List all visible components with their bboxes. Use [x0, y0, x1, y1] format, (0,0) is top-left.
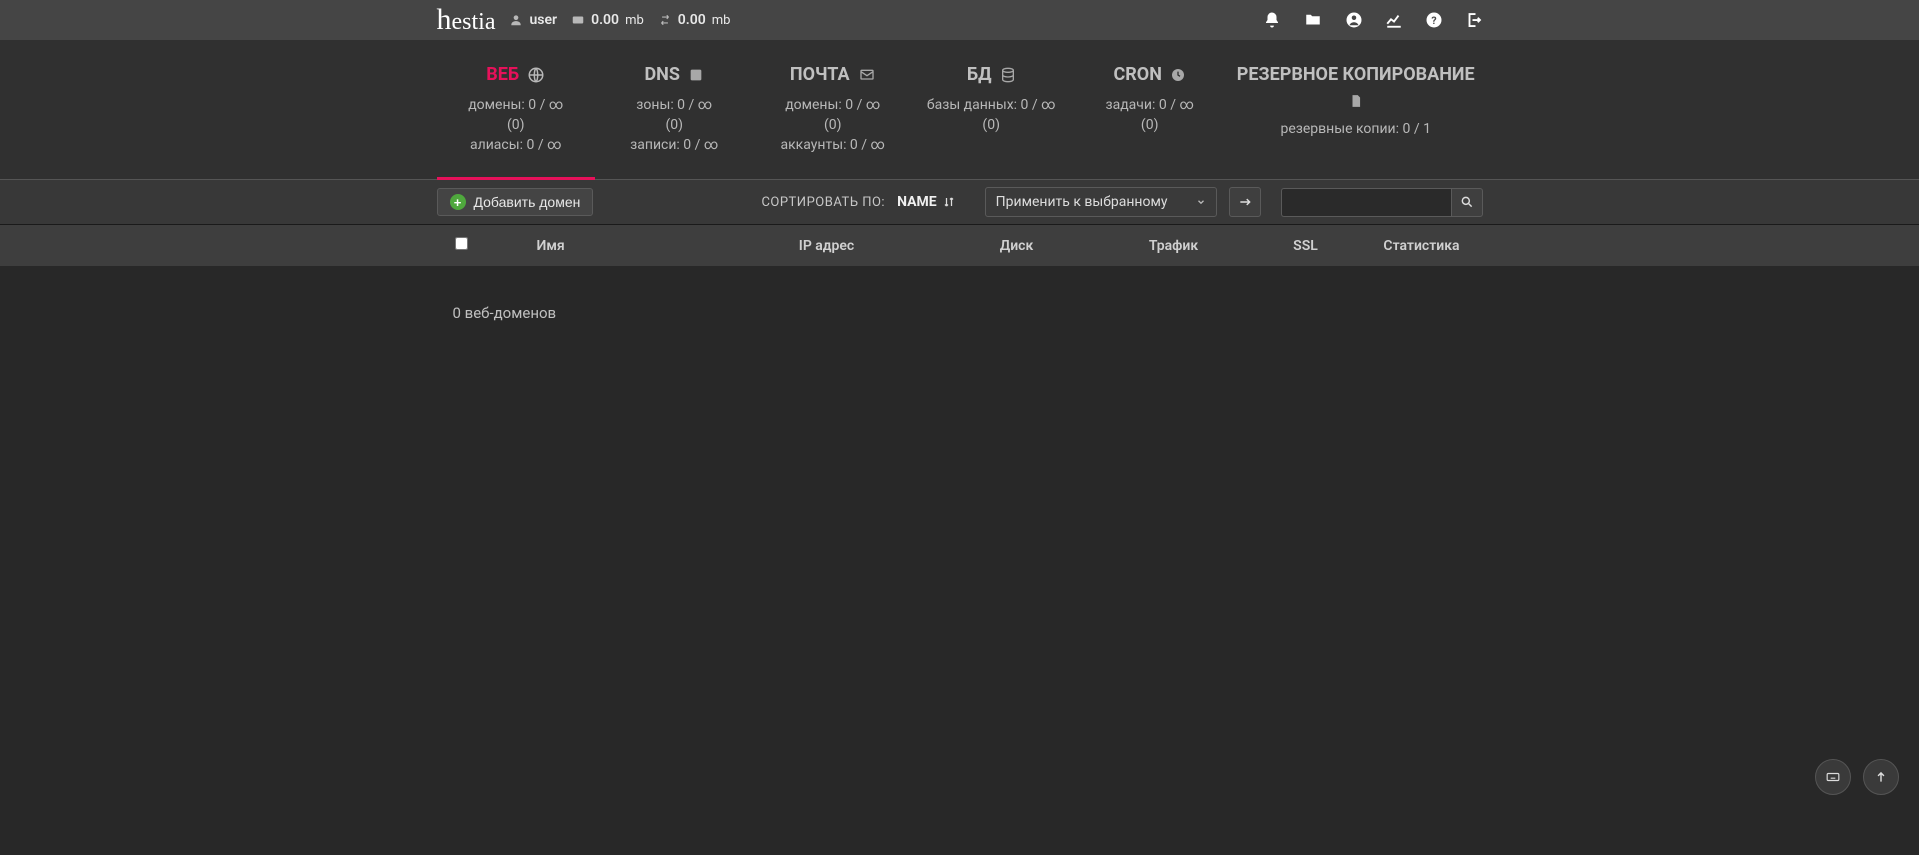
- bulk-action-label: Применить к выбранному: [996, 194, 1168, 210]
- sort-value-label: NAME: [897, 194, 937, 210]
- plus-icon: +: [450, 194, 466, 210]
- user-icon: [509, 13, 523, 27]
- search-icon: [1460, 195, 1474, 209]
- select-all-checkbox[interactable]: [455, 237, 468, 250]
- top-bar: hestia user 0.00 mb 0.00 mb: [0, 0, 1919, 40]
- table-header: Имя IP адрес Диск Трафик SSL Статистика: [0, 225, 1919, 266]
- bw-unit: mb: [712, 13, 731, 28]
- tab-mail-label: ПОЧТА: [790, 64, 850, 85]
- search-input[interactable]: [1281, 188, 1451, 217]
- tab-web-label: ВЕБ: [486, 64, 519, 85]
- disk-icon: [571, 13, 585, 27]
- bulk-action-select[interactable]: Применить к выбранному: [985, 187, 1217, 217]
- tab-cron[interactable]: CRON задачи: 0 / ∞ (0): [1070, 40, 1228, 179]
- dns-icon: [688, 67, 704, 83]
- account-icon[interactable]: [1345, 11, 1363, 29]
- mail-line2: (0): [753, 117, 911, 133]
- backup-line1: резервные копии: 0 / 1: [1229, 121, 1483, 137]
- col-ssl: SSL: [1251, 238, 1361, 254]
- logo[interactable]: hestia: [437, 3, 496, 37]
- cron-line1: задачи: 0 / ∞: [1070, 97, 1228, 113]
- search-button[interactable]: [1451, 188, 1483, 217]
- tab-db[interactable]: БД базы данных: 0 / ∞ (0): [912, 40, 1070, 179]
- empty-state: 0 веб-доменов: [453, 304, 1483, 322]
- mail-line1: домены: 0 / ∞: [753, 97, 911, 113]
- user-chip[interactable]: user: [509, 12, 557, 28]
- bandwidth-chip: 0.00 mb: [658, 12, 731, 28]
- disk-unit: mb: [625, 13, 644, 28]
- stats-icon[interactable]: [1385, 11, 1403, 29]
- dns-line3: записи: 0 / ∞: [595, 137, 753, 153]
- sort-az-icon: [943, 196, 955, 208]
- bulk-apply-button[interactable]: [1229, 187, 1261, 217]
- sort-dropdown[interactable]: NAME: [897, 194, 955, 210]
- file-icon: [1349, 93, 1363, 109]
- toolbar: + Добавить домен СОРТИРОВАТЬ ПО: NAME Пр…: [0, 180, 1919, 225]
- database-icon: [1000, 66, 1016, 84]
- transfer-icon: [658, 13, 672, 27]
- web-line1: домены: 0 / ∞: [437, 97, 595, 113]
- add-domain-label: Добавить домен: [474, 194, 581, 210]
- logout-icon[interactable]: [1465, 11, 1483, 29]
- svg-text:?: ?: [1431, 14, 1436, 27]
- web-line3: алиасы: 0 / ∞: [437, 137, 595, 153]
- tab-backup[interactable]: РЕЗЕРВНОЕ КОПИРОВАНИЕ резервные копии: 0…: [1229, 40, 1483, 179]
- arrow-up-icon: [1874, 770, 1888, 784]
- mail-icon: [858, 67, 876, 83]
- tab-dns[interactable]: DNS зоны: 0 / ∞ (0) записи: 0 / ∞: [595, 40, 753, 179]
- web-line2: (0): [437, 117, 595, 133]
- tab-dns-label: DNS: [644, 64, 679, 85]
- floating-buttons: [1815, 759, 1899, 795]
- dns-line2: (0): [595, 117, 753, 133]
- disk-value: 0.00: [591, 12, 619, 28]
- db-line1: базы данных: 0 / ∞: [912, 97, 1070, 113]
- clock-icon: [1170, 67, 1186, 83]
- keyboard-button[interactable]: [1815, 759, 1851, 795]
- cron-line2: (0): [1070, 117, 1228, 133]
- tab-web[interactable]: ВЕБ домены: 0 / ∞ (0) алиасы: 0 / ∞: [437, 40, 595, 179]
- stats-tabs: ВЕБ домены: 0 / ∞ (0) алиасы: 0 / ∞ DNS …: [0, 40, 1919, 180]
- col-stats: Статистика: [1361, 238, 1483, 254]
- folder-icon[interactable]: [1303, 11, 1323, 29]
- db-line2: (0): [912, 117, 1070, 133]
- mail-line3: аккаунты: 0 / ∞: [753, 137, 911, 153]
- username-label: user: [529, 12, 557, 28]
- add-domain-button[interactable]: + Добавить домен: [437, 188, 594, 216]
- dns-line1: зоны: 0 / ∞: [595, 97, 753, 113]
- col-name: Имя: [477, 238, 717, 254]
- keyboard-icon: [1824, 770, 1842, 784]
- tab-db-label: БД: [967, 64, 992, 85]
- arrow-right-icon: [1238, 195, 1252, 209]
- bell-icon[interactable]: [1263, 11, 1281, 29]
- tab-backup-label: РЕЗЕРВНОЕ КОПИРОВАНИЕ: [1237, 64, 1475, 85]
- search-box: [1281, 188, 1483, 217]
- tab-cron-label: CRON: [1113, 64, 1161, 85]
- help-icon[interactable]: ?: [1425, 11, 1443, 29]
- globe-icon: [527, 66, 545, 84]
- col-disk: Диск: [937, 238, 1097, 254]
- sort-by-label: СОРТИРОВАТЬ ПО:: [761, 195, 885, 210]
- bw-value: 0.00: [678, 12, 706, 28]
- col-traffic: Трафик: [1097, 238, 1251, 254]
- disk-chip: 0.00 mb: [571, 12, 644, 28]
- table-body: 0 веб-доменов: [0, 266, 1919, 322]
- chevron-down-icon: [1196, 197, 1206, 207]
- tab-mail[interactable]: ПОЧТА домены: 0 / ∞ (0) аккаунты: 0 / ∞: [753, 40, 911, 179]
- col-ip: IP адрес: [717, 238, 937, 254]
- scroll-top-button[interactable]: [1863, 759, 1899, 795]
